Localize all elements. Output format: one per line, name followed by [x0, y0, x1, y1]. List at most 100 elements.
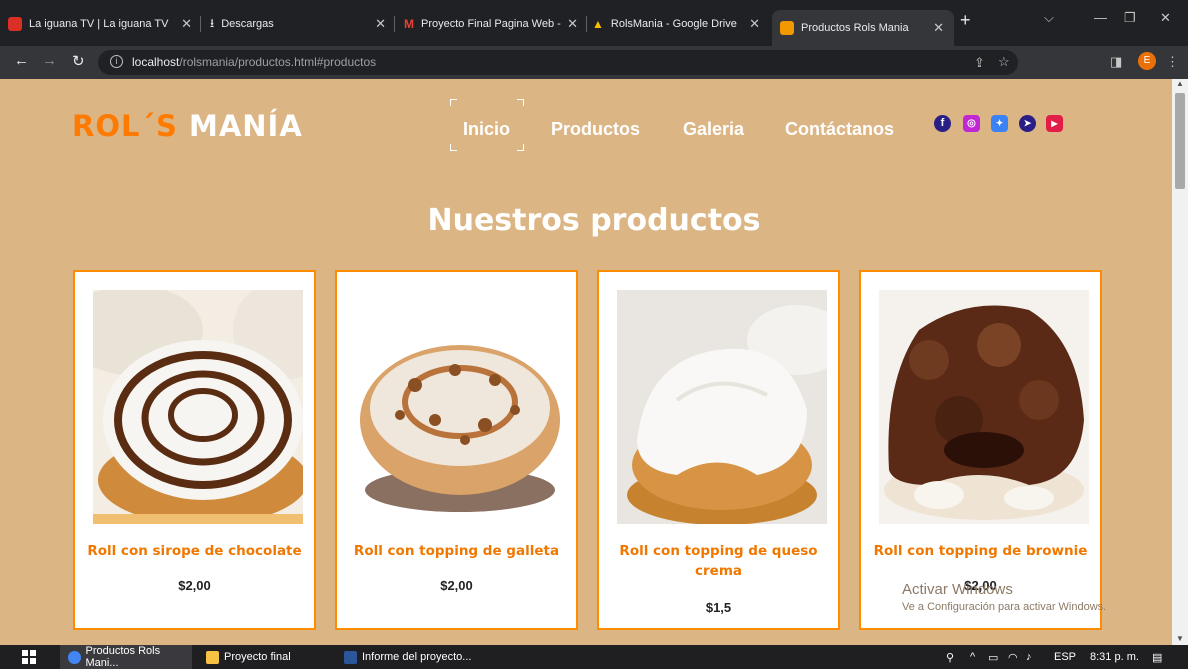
forward-arrow-icon[interactable]: →	[42, 52, 57, 69]
product-card[interactable]: Roll con topping de queso crema $1,5	[597, 270, 840, 630]
chrome-icon	[68, 650, 81, 664]
twitter-icon[interactable]: ✦	[991, 115, 1008, 132]
minimize-icon[interactable]: —	[1094, 10, 1107, 25]
close-tab-icon[interactable]: ✕	[567, 16, 578, 32]
page-viewport: ROL´S MANÍA Inicio Productos Galeria Con…	[0, 79, 1172, 645]
battery-icon[interactable]: ▭	[988, 651, 998, 664]
tab-google-drive[interactable]: ▲ RolsMania - Google Drive ✕	[592, 12, 768, 36]
frame-corner	[450, 144, 457, 151]
product-card[interactable]: Roll con topping de galleta $2,00	[335, 270, 578, 630]
product-card[interactable]: Roll con sirope de chocolate $2,00	[73, 270, 316, 630]
volume-icon[interactable]: ♪	[1026, 651, 1032, 663]
tab-title: Productos Rols Mania	[801, 22, 909, 34]
page-scrollbar[interactable]: ▲ ▼	[1172, 79, 1188, 645]
tab-title: La iguana TV | La iguana TV	[29, 18, 169, 30]
windows-taskbar: Productos Rols Mani... Proyecto final In…	[0, 645, 1188, 669]
word-icon	[344, 650, 357, 664]
side-panel-icon[interactable]: ◨	[1110, 54, 1122, 70]
taskbar-item-label: Informe del proyecto...	[362, 651, 472, 663]
wifi-icon[interactable]: ◠	[1008, 651, 1018, 664]
people-icon[interactable]: ⚲	[946, 651, 954, 664]
site-logo[interactable]: ROL´S MANÍA	[72, 109, 303, 143]
logo-text-rols: ROL´S	[72, 109, 178, 143]
tab-title: RolsMania - Google Drive	[610, 18, 737, 30]
google-drive-icon: ▲	[592, 17, 604, 31]
tab-separator	[586, 16, 587, 32]
windows-activation-subtext: Ve a Configuración para activar Windows.	[902, 601, 1107, 613]
telegram-icon[interactable]: ➤	[1019, 115, 1036, 132]
taskbar-item-folder[interactable]: Proyecto final	[206, 645, 291, 669]
url-text: localhost/rolsmania/productos.html#produ…	[132, 55, 376, 69]
cookie-topping-roll-image	[355, 290, 565, 524]
product-name: Roll con sirope de chocolate	[87, 543, 302, 559]
product-name: Roll con topping de galleta	[353, 543, 560, 559]
windows-logo-icon	[22, 650, 36, 664]
la-iguana-favicon-icon	[8, 17, 22, 31]
close-tab-icon[interactable]: ✕	[749, 16, 760, 32]
address-bar[interactable]: i localhost/rolsmania/productos.html#pro…	[98, 50, 1018, 75]
start-menu-icon[interactable]	[22, 645, 36, 669]
tab-search-chevron-icon[interactable]: ⌵	[1044, 10, 1054, 26]
tab-productos-rols-mania[interactable]: Productos Rols Mania ✕	[772, 10, 954, 46]
taskbar-item-chrome[interactable]: Productos Rols Mani...	[60, 645, 192, 669]
reload-icon[interactable]: ↻	[72, 52, 85, 70]
cream-cheese-roll-image	[617, 290, 827, 524]
url-path: /rolsmania/productos.html#productos	[179, 55, 377, 69]
scrollbar-thumb[interactable]	[1175, 93, 1185, 189]
tab-title: Proyecto Final Pagina Web -	[421, 18, 561, 30]
system-clock[interactable]: 8:31 p. m.	[1090, 651, 1139, 663]
section-title: Nuestros productos	[427, 203, 761, 238]
tab-descargas[interactable]: ⭳ Descargas ✕	[210, 12, 392, 36]
nav-link-contactanos[interactable]: Contáctanos	[785, 119, 894, 140]
close-tab-icon[interactable]: ✕	[933, 20, 944, 36]
show-hidden-icons-chevron-icon[interactable]: ^	[970, 651, 975, 663]
nav-link-inicio[interactable]: Inicio	[463, 119, 510, 140]
tab-la-iguana[interactable]: La iguana TV | La iguana TV ✕	[8, 12, 198, 36]
taskbar-item-label: Proyecto final	[224, 651, 291, 663]
close-tab-icon[interactable]: ✕	[181, 16, 192, 32]
close-tab-icon[interactable]: ✕	[375, 16, 386, 32]
tab-separator	[394, 16, 395, 32]
new-tab-icon[interactable]: +	[960, 10, 971, 31]
product-card[interactable]: Roll con topping de brownie $2,00	[859, 270, 1102, 630]
site-favicon-icon	[780, 21, 794, 35]
nav-link-galeria[interactable]: Galeria	[683, 119, 744, 140]
bookmark-star-icon[interactable]: ☆	[998, 54, 1010, 70]
product-name: Roll con topping de queso crema	[619, 543, 818, 579]
gmail-icon: M	[404, 17, 414, 31]
chocolate-roll-image	[93, 290, 303, 524]
share-icon[interactable]: ⇪	[974, 55, 985, 71]
browser-menu-icon[interactable]: ⋮	[1166, 54, 1179, 70]
windows-activation-watermark: Activar Windows	[902, 581, 1013, 598]
facebook-icon[interactable]: f	[934, 115, 951, 132]
notifications-icon[interactable]: ▤	[1152, 651, 1162, 664]
back-arrow-icon[interactable]: ←	[14, 52, 29, 69]
frame-corner	[517, 144, 524, 151]
language-indicator[interactable]: ESP	[1054, 651, 1076, 663]
product-name: Roll con topping de brownie	[873, 543, 1088, 559]
scroll-up-icon[interactable]: ▲	[1176, 79, 1184, 88]
taskbar-item-word[interactable]: Informe del proyecto...	[344, 645, 471, 669]
profile-avatar[interactable]: E	[1138, 52, 1156, 70]
brownie-topping-roll-image	[879, 290, 1089, 524]
folder-icon	[206, 650, 219, 664]
scroll-down-icon[interactable]: ▼	[1176, 634, 1184, 643]
close-window-icon[interactable]: ✕	[1160, 10, 1171, 26]
browser-toolbar: ← → ↻ i localhost/rolsmania/productos.ht…	[0, 46, 1188, 79]
frame-corner	[517, 99, 524, 106]
nav-link-productos[interactable]: Productos	[551, 119, 640, 140]
taskbar-item-label: Productos Rols Mani...	[85, 645, 161, 669]
instagram-icon[interactable]: ◎	[963, 115, 980, 132]
url-host: localhost	[132, 55, 180, 69]
browser-tab-bar: La iguana TV | La iguana TV ✕ ⭳ Descarga…	[0, 0, 1188, 46]
product-price: $1,5	[705, 600, 732, 615]
site-info-icon[interactable]: i	[110, 55, 123, 68]
tab-title: Descargas	[221, 18, 274, 30]
logo-text-mania: MANÍA	[188, 109, 303, 143]
restore-icon[interactable]: ❐	[1124, 10, 1136, 26]
tab-separator	[200, 16, 201, 32]
tab-gmail[interactable]: M Proyecto Final Pagina Web - ✕	[404, 12, 584, 36]
youtube-icon[interactable]: ▶	[1046, 115, 1063, 132]
download-icon: ⭳	[210, 15, 215, 30]
product-price: $2,00	[440, 578, 473, 593]
